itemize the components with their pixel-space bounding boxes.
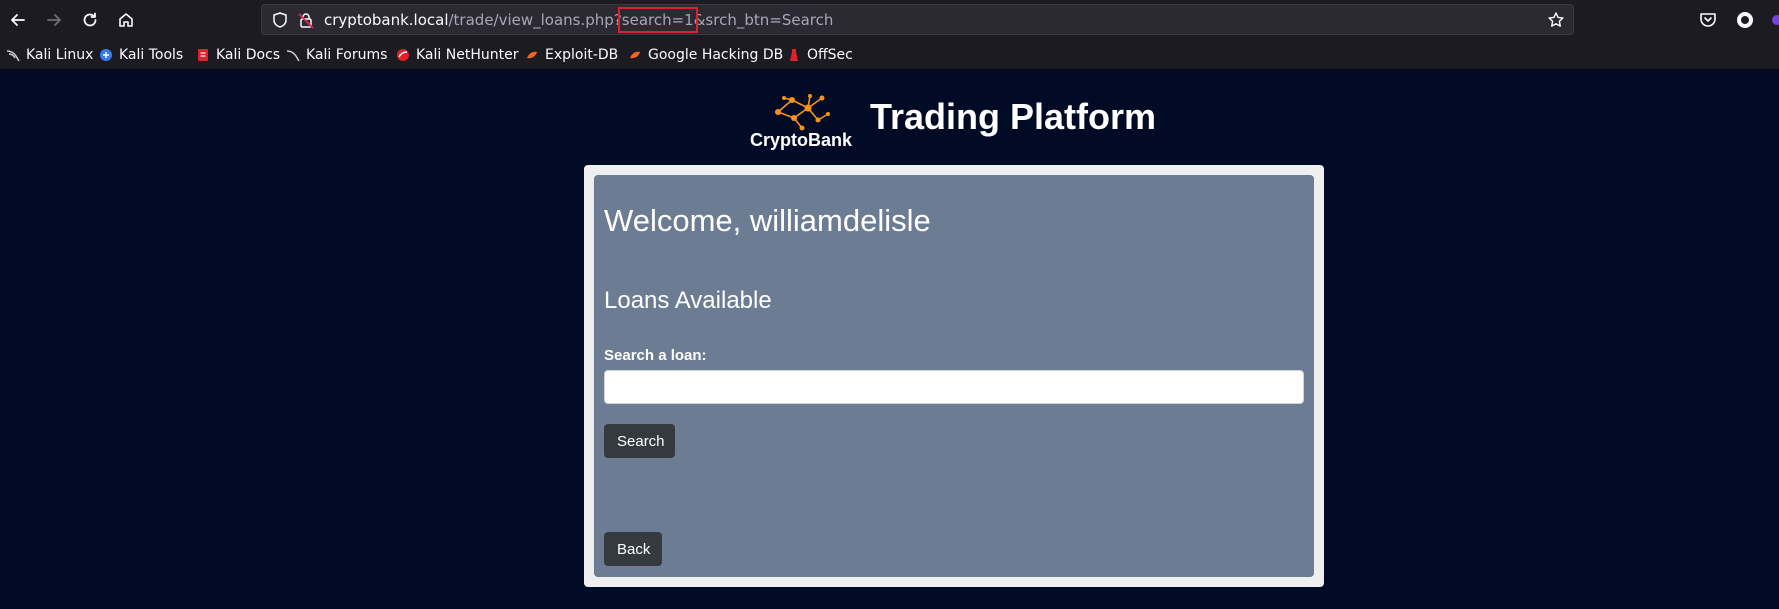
url-path: /trade/view_loans.php? <box>448 11 622 29</box>
bookmark-star-icon[interactable] <box>1547 11 1565 29</box>
url-host: cryptobank.local <box>324 11 449 29</box>
bookmark-kali-nethunter[interactable]: Kali NetHunter <box>396 45 518 65</box>
url-bar[interactable]: cryptobank.local/trade/view_loans.php?se… <box>261 4 1574 35</box>
insecure-lock-icon[interactable] <box>297 11 315 29</box>
bookmark-label: Google Hacking DB <box>648 47 784 63</box>
pocket-icon[interactable] <box>1698 10 1718 30</box>
kali-forums-icon <box>286 50 300 62</box>
bookmark-kali-forums[interactable]: Kali Forums <box>286 45 387 65</box>
arrow-left-icon <box>11 14 25 26</box>
bookmark-label: Kali Docs <box>216 47 281 63</box>
loans-section-title: Loans Available <box>604 287 772 314</box>
url-query-rest: &srch_btn=Search <box>693 11 834 29</box>
back-nav-button[interactable] <box>0 2 36 38</box>
search-button[interactable]: Search <box>604 424 675 458</box>
kali-docs-icon <box>198 49 208 61</box>
forward-nav-button[interactable] <box>36 2 72 38</box>
bookmark-google-hacking-db[interactable]: Google Hacking DB <box>628 45 783 65</box>
page-title: Trading Platform <box>870 96 1157 137</box>
bookmarks-bar: Kali Linux Kali Tools Kali Docs Kali For… <box>0 40 1779 70</box>
loans-card: Welcome, williamdelisle Loans Available … <box>594 175 1314 577</box>
bookmark-label: Kali Linux <box>26 47 94 63</box>
loan-search-input[interactable] <box>604 370 1304 404</box>
url-highlighted-param: search=1 <box>617 7 698 33</box>
extension-icon[interactable] <box>1771 10 1779 30</box>
back-button[interactable]: Back <box>604 532 662 566</box>
bookmark-exploit-db[interactable]: Exploit-DB <box>525 45 618 65</box>
site-header: CryptoBank Trading Platform <box>748 88 1168 152</box>
bookmark-kali-tools[interactable]: Kali Tools <box>99 45 183 65</box>
reload-icon <box>83 12 97 27</box>
kali-tools-icon <box>100 49 112 61</box>
bookmark-label: Kali Forums <box>306 47 388 63</box>
logo-wordmark: CryptoBank <box>750 130 853 150</box>
home-icon <box>119 13 133 27</box>
url-text[interactable]: cryptobank.local/trade/view_loans.php?se… <box>324 7 834 33</box>
shield-icon[interactable] <box>271 11 289 29</box>
offsec-icon <box>790 49 798 61</box>
home-button[interactable] <box>108 2 144 38</box>
kali-dragon-icon <box>6 50 20 62</box>
reload-button[interactable] <box>72 2 108 38</box>
bookmark-label: Exploit-DB <box>545 47 619 63</box>
arrow-right-icon <box>47 14 61 26</box>
bookmark-label: OffSec <box>807 47 853 63</box>
bookmark-kali-docs[interactable]: Kali Docs <box>196 45 280 65</box>
bookmark-kali-linux[interactable]: Kali Linux <box>6 45 93 65</box>
welcome-heading: Welcome, williamdelisle <box>604 203 931 238</box>
account-icon[interactable] <box>1735 10 1755 30</box>
browser-toolbar: cryptobank.local/trade/view_loans.php?se… <box>0 0 1779 40</box>
ghdb-icon <box>630 51 640 59</box>
nethunter-icon <box>397 49 409 61</box>
bookmark-label: Kali Tools <box>119 47 184 63</box>
bookmark-offsec[interactable]: OffSec <box>787 45 853 65</box>
exploit-db-icon <box>527 51 537 59</box>
bookmark-label: Kali NetHunter <box>416 47 519 63</box>
search-label: Search a loan: <box>604 347 707 364</box>
